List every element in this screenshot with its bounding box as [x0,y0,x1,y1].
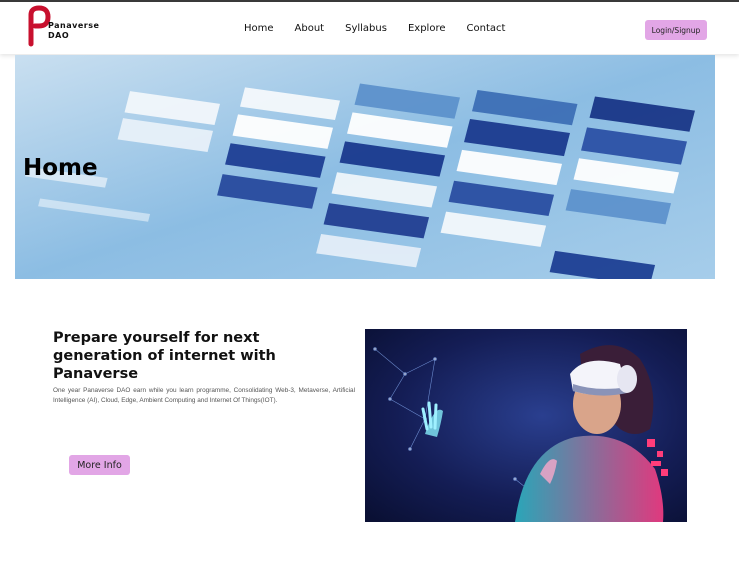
brand-name-line1: Panaverse [48,21,100,30]
nav-menu: Home About Syllabus Explore Contact [244,23,526,34]
hero-banner: Home [15,55,715,279]
nav-syllabus-link[interactable]: Syllabus [345,23,387,34]
login-signup-button[interactable]: Login/Signup [645,20,707,40]
brand-name: Panaverse DAO [48,21,99,41]
brand-logo[interactable]: Panaverse DAO [24,5,114,47]
nav-home-link[interactable]: Home [244,23,274,34]
more-info-button[interactable]: More Info [69,455,130,475]
intro-heading: Prepare yourself for next generation of … [53,330,276,382]
hero-title: Home [23,155,98,181]
vr-headset-image [365,329,687,522]
nav-explore-link[interactable]: Explore [408,23,446,34]
navbar: Panaverse DAO Home About Syllabus Explor… [0,2,739,54]
nav-about-link[interactable]: About [295,23,325,34]
hero-background-image [15,55,715,279]
brand-name-line2: DAO [48,31,70,40]
nav-contact-link[interactable]: Contact [467,23,506,34]
intro-description: One year Panaverse DAO earn while you le… [53,387,355,404]
